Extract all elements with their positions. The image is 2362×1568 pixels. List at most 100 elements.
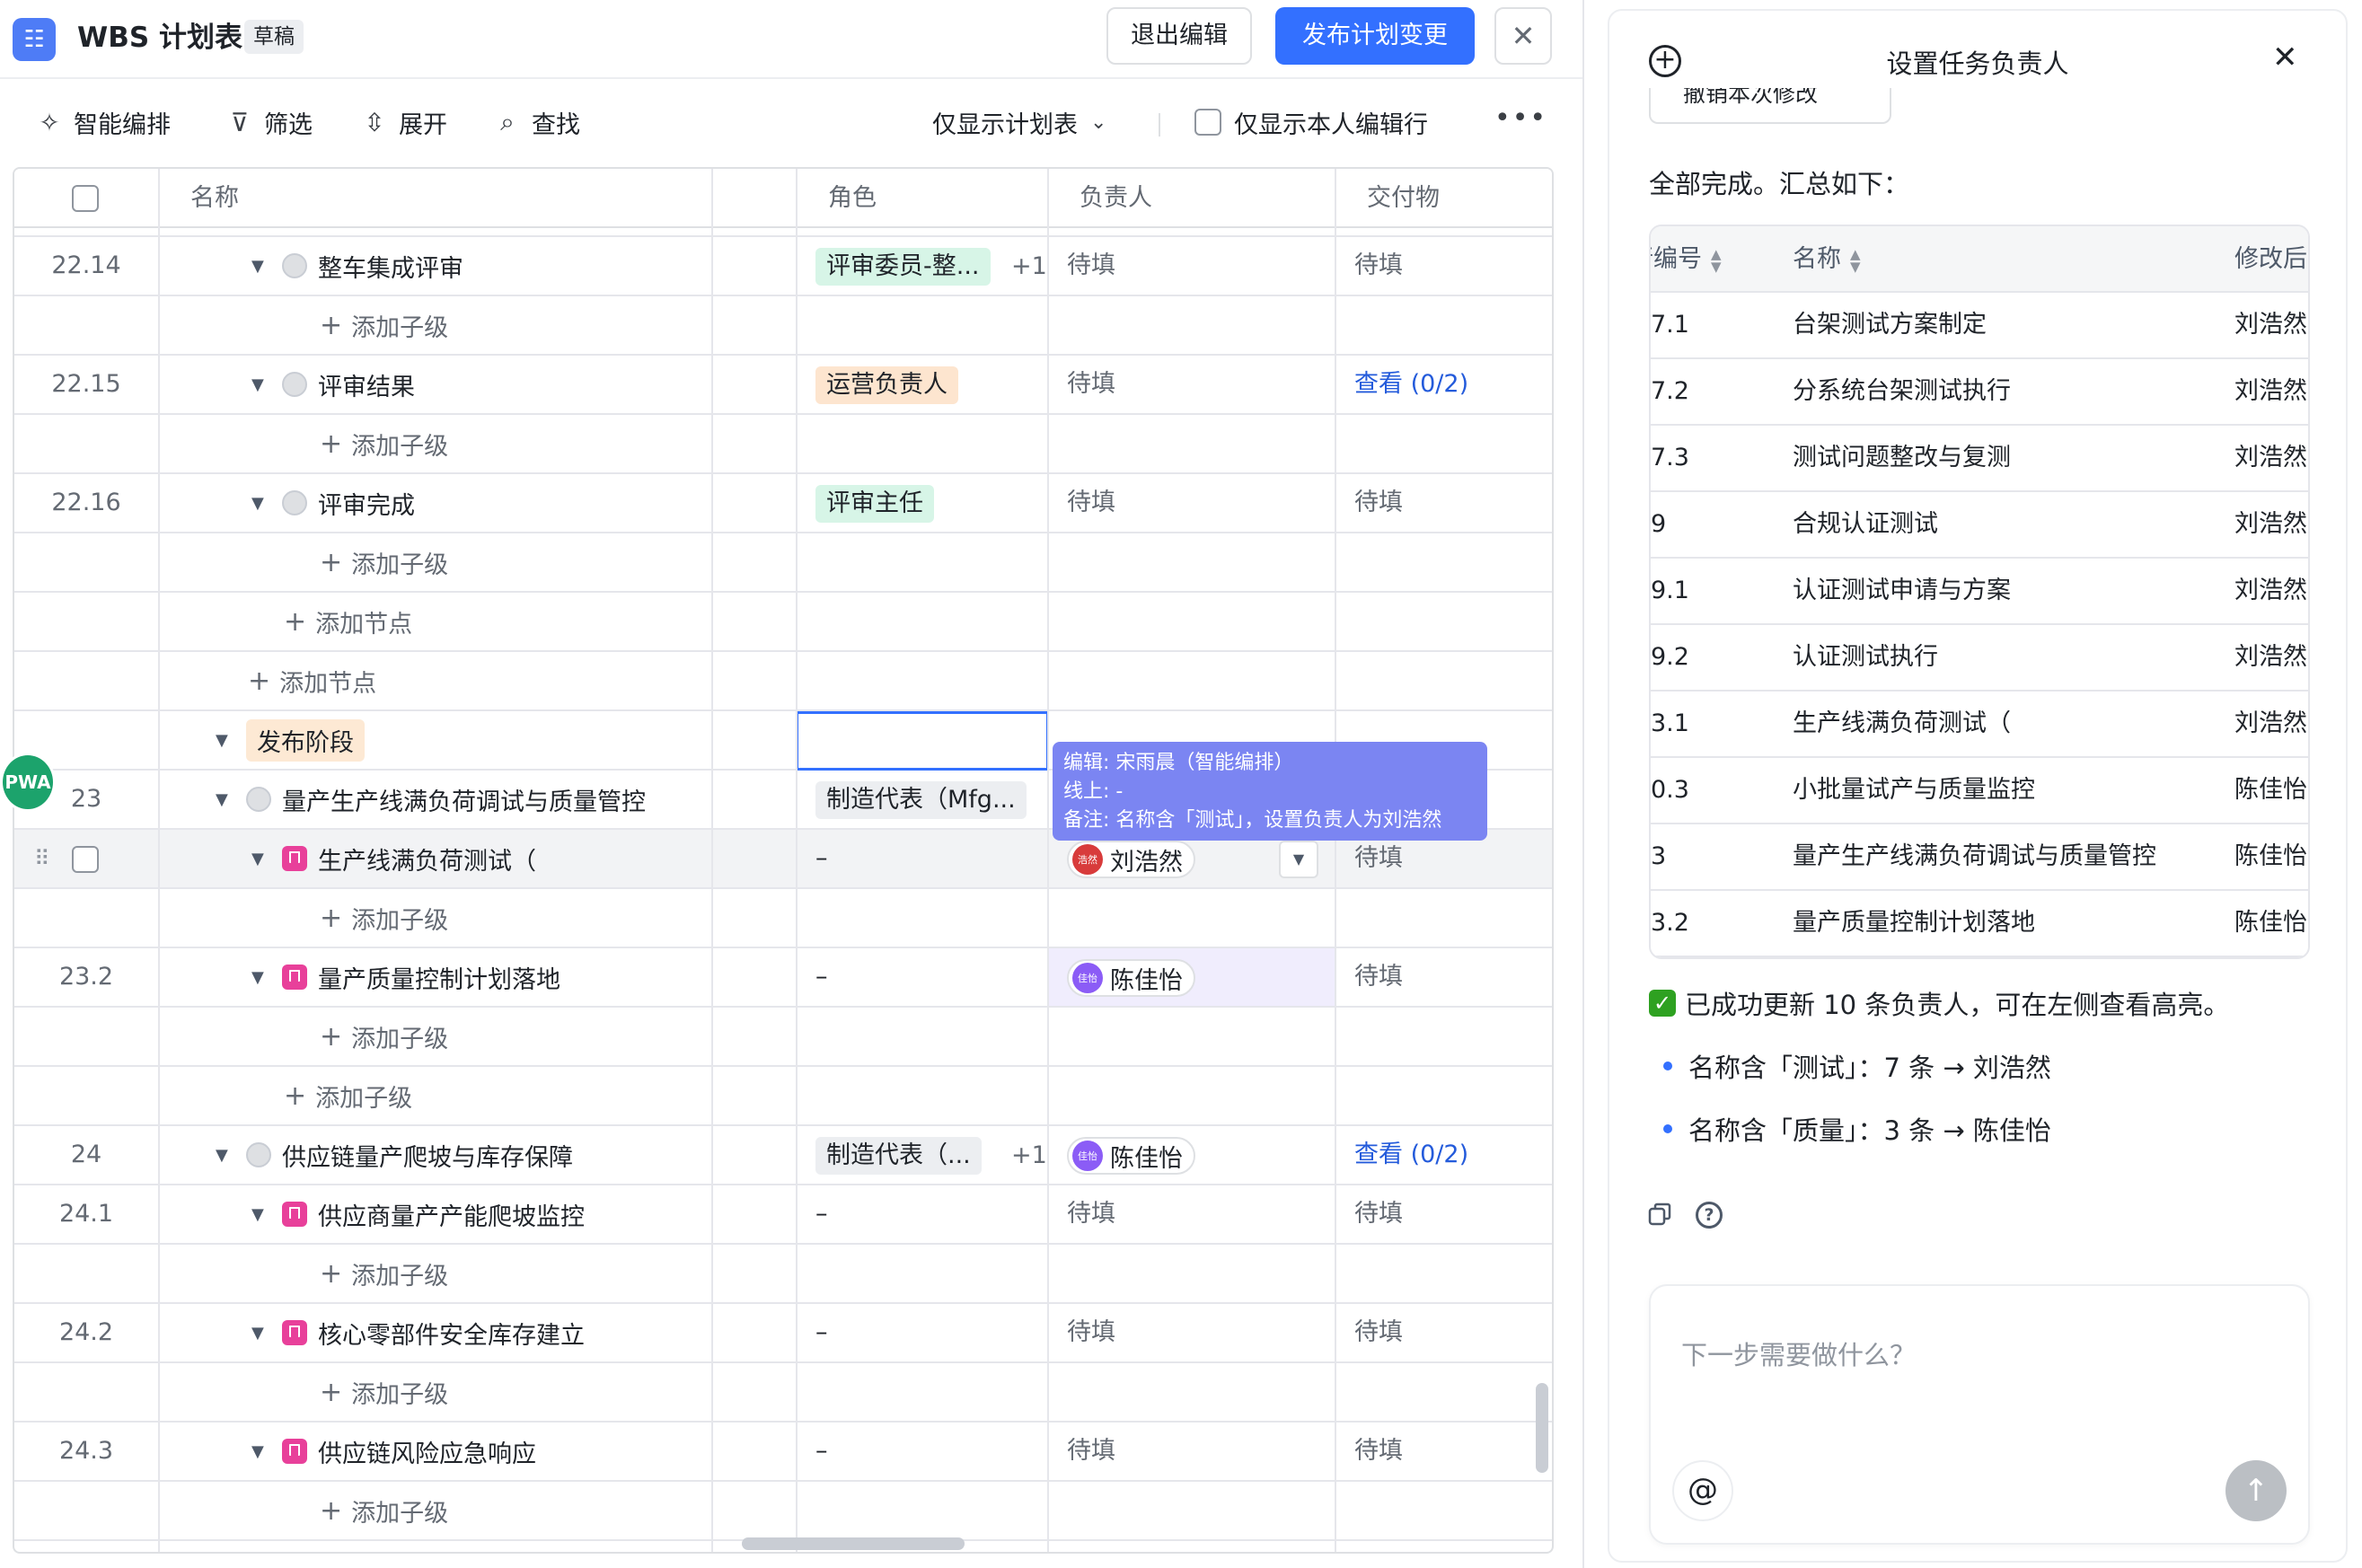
table-row[interactable]: 24 ▼ 供应链量产爬坡与库存保障 制造代表（... +1 佳怡 陈佳怡 查看 … [14,1126,1552,1185]
collapse-icon[interactable]: ▼ [251,1205,269,1224]
role-tag[interactable]: 评审委员-整... [815,248,991,286]
add-child-link[interactable]: + 添加子级 [320,1482,448,1539]
deliverable-cell[interactable]: 待填 [1354,1304,1403,1361]
table-row[interactable]: 24.2 ▼ 核心零部件安全库存建立 – 待填 待填 [14,1304,1552,1363]
role-cell[interactable]: – [815,1304,828,1361]
task-name[interactable]: ▼ 供应商量产产能爬坡监控 [251,1185,585,1243]
deliverable-view-link[interactable]: 查看 (0/2) [1354,1126,1468,1184]
add-child-link[interactable]: + 添加子级 [320,296,448,354]
table-row[interactable]: 23.2 ▼ 量产质量控制计划落地 – 佳怡 陈佳怡 待填 [14,948,1552,1008]
column-header-deliverable[interactable]: 交付物 [1349,169,1440,228]
collapse-icon[interactable]: ▼ [251,257,269,276]
drag-handle-icon[interactable]: ⠿ [34,830,50,887]
table-row[interactable]: 22.14 ▼ 整车集成评审 评审委员-整... +1 待填 待填 [14,237,1552,296]
close-icon[interactable]: ✕ [2272,40,2298,75]
table-row[interactable]: 24.1 ▼ 供应商量产产能爬坡监控 – 待填 待填 [14,1185,1552,1245]
role-more-count[interactable]: +1 [1011,248,1047,286]
vertical-scrollbar[interactable] [1536,1383,1548,1473]
chat-input-placeholder[interactable]: 下一步需要做什么？ [1681,1335,1916,1372]
owner-cell[interactable]: 待填 [1067,1304,1115,1361]
role-cell[interactable]: – [815,1423,828,1480]
role-tag[interactable]: 运营负责人 [815,366,958,404]
more-options-icon[interactable]: ••• [1494,102,1547,134]
collapse-icon[interactable]: ▼ [216,790,234,809]
task-name[interactable]: ▼ 供应链风险应急响应 [251,1423,536,1480]
close-button[interactable]: ✕ [1494,7,1552,65]
role-more-count[interactable]: +1 [1011,1137,1047,1175]
add-child-link[interactable]: + 添加子级 [320,1245,448,1302]
publish-changes-button[interactable]: 发布计划变更 [1275,7,1475,65]
only-mine-checkbox[interactable] [1194,109,1221,136]
table-row[interactable]: 22.15 ▼ 评审结果 运营负责人 待填 查看 (0/2) [14,356,1552,415]
task-name[interactable]: ▼ 量产生产线满负荷调试与质量管控 [216,771,646,828]
column-header-code[interactable]: 行编号 ▲▼ [1651,226,1722,293]
horizontal-scrollbar[interactable] [742,1537,965,1550]
task-name[interactable]: ▼ 量产质量控制计划落地 [251,948,560,1006]
owner-cell[interactable]: 待填 [1067,356,1115,413]
role-cell[interactable]: – [815,830,828,887]
select-all-checkbox[interactable] [72,185,99,212]
role-tag[interactable]: 制造代表（... [815,1137,982,1175]
sort-icon[interactable]: ▲ ▼ [1711,247,1722,273]
column-header-owner[interactable]: 负责人 [1062,169,1152,228]
task-name[interactable]: ▼ 生产线满负荷测试（ [251,830,536,887]
owner-cell[interactable]: 待填 [1067,237,1115,295]
add-child-link[interactable]: + 添加子级 [320,533,448,591]
role-tag[interactable]: 制造代表（Mfg... [815,781,1027,819]
help-icon[interactable]: ? [1696,1202,1723,1229]
add-child-link[interactable]: + 添加子级 [284,1067,412,1124]
add-node-link[interactable]: + 添加节点 [284,593,412,650]
collapse-icon[interactable]: ▼ [251,494,269,513]
collapse-icon[interactable]: ▼ [216,731,234,750]
collapse-icon[interactable]: ▼ [251,1324,269,1343]
owner-cell[interactable]: 待填 [1067,474,1115,532]
deliverable-cell[interactable]: 待填 [1354,474,1403,532]
expand-button[interactable]: ⇳ 展开 [359,102,447,142]
send-button[interactable]: ↑ [2225,1460,2287,1521]
copy-icon[interactable] [1647,1202,1672,1227]
role-cell[interactable]: – [815,1185,828,1243]
deliverable-view-link[interactable]: 查看 (0/2) [1354,356,1468,413]
add-child-link[interactable]: + 添加子级 [320,889,448,947]
add-child-link[interactable]: + 添加子级 [320,1363,448,1421]
mention-button[interactable]: @ [1672,1460,1733,1521]
floating-avatar[interactable]: PWA [0,753,56,812]
selected-role-cell[interactable] [796,711,1049,771]
column-header-role[interactable]: 角色 [810,169,877,228]
deliverable-cell[interactable]: 待填 [1354,237,1403,295]
owner-chip[interactable]: 佳怡 陈佳怡 [1067,959,1195,997]
chevron-down-icon[interactable]: ▼ [1279,841,1318,878]
add-child-link[interactable]: + 添加子级 [320,1008,448,1065]
role-cell[interactable]: – [815,948,828,1006]
only-mine-toggle[interactable]: 仅显示本人编辑行 [1194,102,1428,142]
task-name[interactable]: ▼ 整车集成评审 [251,237,463,295]
collapse-icon[interactable]: ▼ [251,1442,269,1461]
find-button[interactable]: ⌕ 查找 [492,102,580,142]
task-name[interactable]: ▼ 评审结果 [251,356,415,413]
owner-chip[interactable]: 浩然 刘浩然 [1067,841,1195,878]
owner-chip[interactable]: 佳怡 陈佳怡 [1067,1137,1195,1175]
smart-arrange-button[interactable]: ✧ 智能编排 [34,102,171,142]
deliverable-cell[interactable]: 待填 [1354,1423,1403,1480]
owner-cell[interactable]: 待填 [1067,1423,1115,1480]
task-name[interactable]: ▼ 核心零部件安全库存建立 [251,1304,585,1361]
role-tag[interactable]: 评审主任 [815,485,934,523]
view-select[interactable]: 仅显示计划表 ⌄ [932,102,1106,142]
filter-button[interactable]: ⊽ 筛选 [225,102,313,142]
column-header-changed[interactable]: 修改后 [2234,226,2307,293]
stage-name[interactable]: ▼ 发布阶段 [216,711,365,769]
add-child-link[interactable]: + 添加子级 [320,415,448,472]
column-header-name[interactable]: 名称 [172,169,239,228]
collapse-icon[interactable]: ▼ [216,1146,234,1165]
deliverable-cell[interactable]: 待填 [1354,948,1403,1006]
add-node-link[interactable]: + 添加节点 [248,652,376,709]
table-row[interactable]: 22.16 ▼ 评审完成 评审主任 待填 待填 [14,474,1552,533]
row-checkbox[interactable] [72,846,99,873]
undo-changes-button[interactable]: 撤销本次修改 [1649,88,1891,124]
task-name[interactable]: ▼ 评审完成 [251,474,415,532]
column-header-name[interactable]: 名称 ▲ ▼ [1793,226,1861,293]
collapse-icon[interactable]: ▼ [251,375,269,394]
chat-input-box[interactable]: 下一步需要做什么？ @ ↑ [1649,1284,2310,1545]
sort-icon[interactable]: ▲ ▼ [1850,247,1861,273]
table-row[interactable]: 24.3 ▼ 供应链风险应急响应 – 待填 待填 [14,1423,1552,1482]
